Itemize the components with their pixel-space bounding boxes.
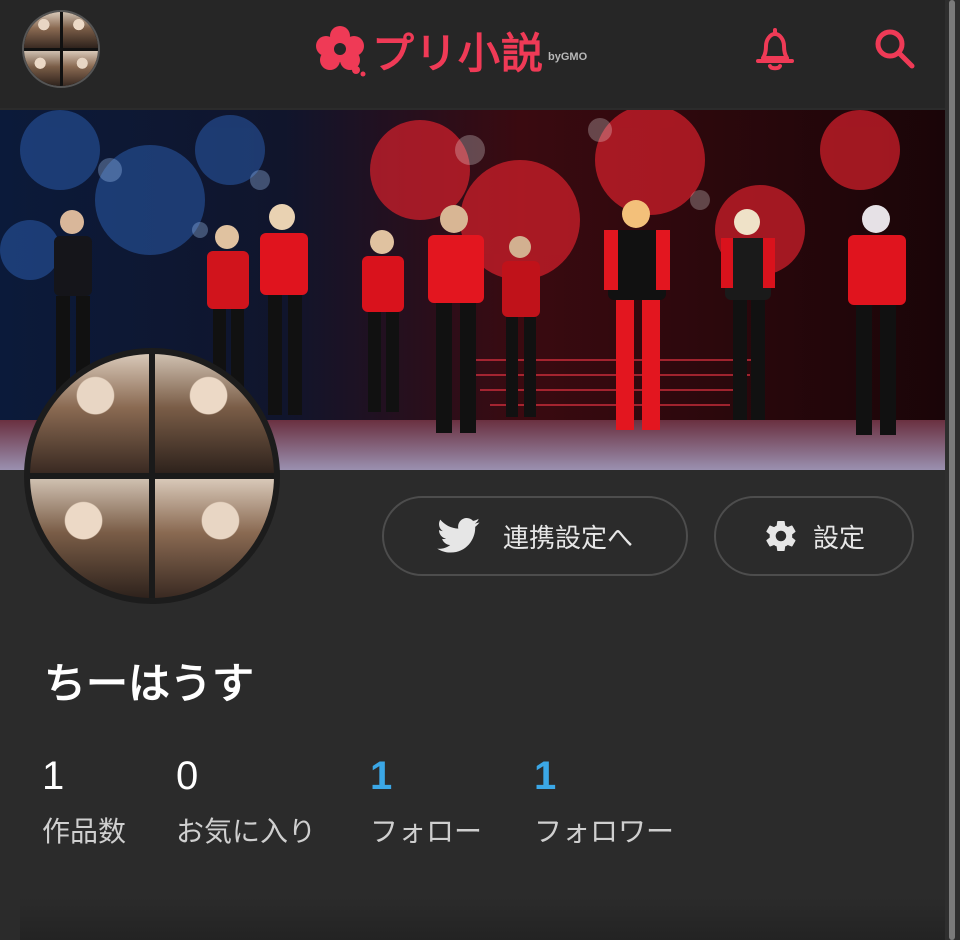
stat-followers[interactable]: 1 フォロワー: [534, 752, 674, 850]
logo-mark-icon: [312, 22, 368, 78]
logo-by-text: byGMO: [548, 51, 588, 63]
scrollbar-thumb[interactable]: [949, 0, 955, 940]
logo-text: プリ小説: [372, 28, 545, 78]
profile-avatar[interactable]: [24, 348, 280, 604]
avatar-tile: [24, 50, 60, 86]
stat-following-label[interactable]: フォロー: [370, 810, 482, 850]
scrollbar[interactable]: [945, 0, 960, 940]
avatar-tile: [155, 479, 274, 598]
stat-favorites: 0 お気に入り: [176, 752, 316, 850]
stat-followers-count[interactable]: 1: [534, 752, 674, 804]
twitter-icon: [437, 518, 481, 554]
search-icon[interactable]: [868, 22, 922, 76]
stat-works-count: 1: [42, 754, 65, 798]
bell-icon[interactable]: [748, 22, 802, 76]
avatar-tile: [30, 479, 149, 598]
app-logo[interactable]: プリ小説 byGMO: [312, 20, 587, 80]
stat-favorites-label: お気に入り: [176, 815, 317, 848]
stat-works: 1 作品数: [42, 752, 126, 850]
stat-favorites-count: 0: [176, 754, 199, 798]
stat-followers-label[interactable]: フォロワー: [534, 810, 674, 850]
gear-icon: [763, 518, 799, 554]
username: ちーはうす: [44, 659, 255, 708]
settings-label: 設定: [812, 523, 865, 554]
stat-works-label: 作品数: [42, 815, 127, 848]
stat-following-count[interactable]: 1: [370, 752, 482, 804]
link-settings-button[interactable]: 連携設定へ: [382, 496, 688, 576]
settings-button[interactable]: 設定: [714, 496, 914, 576]
avatar-tile: [62, 12, 98, 48]
avatar-tile: [62, 50, 98, 86]
link-settings-label: 連携設定へ: [502, 523, 633, 554]
content-area-top: [20, 898, 945, 940]
profile-page: プリ小説 byGMO 連携設定へ 設定 ちーはうす 1 作品数 0 お気に入り …: [0, 0, 960, 940]
avatar-tile: [24, 12, 60, 48]
app-header: プリ小説 byGMO: [0, 0, 945, 108]
stat-following[interactable]: 1 フォロー: [370, 752, 482, 850]
header-avatar[interactable]: [22, 10, 100, 88]
